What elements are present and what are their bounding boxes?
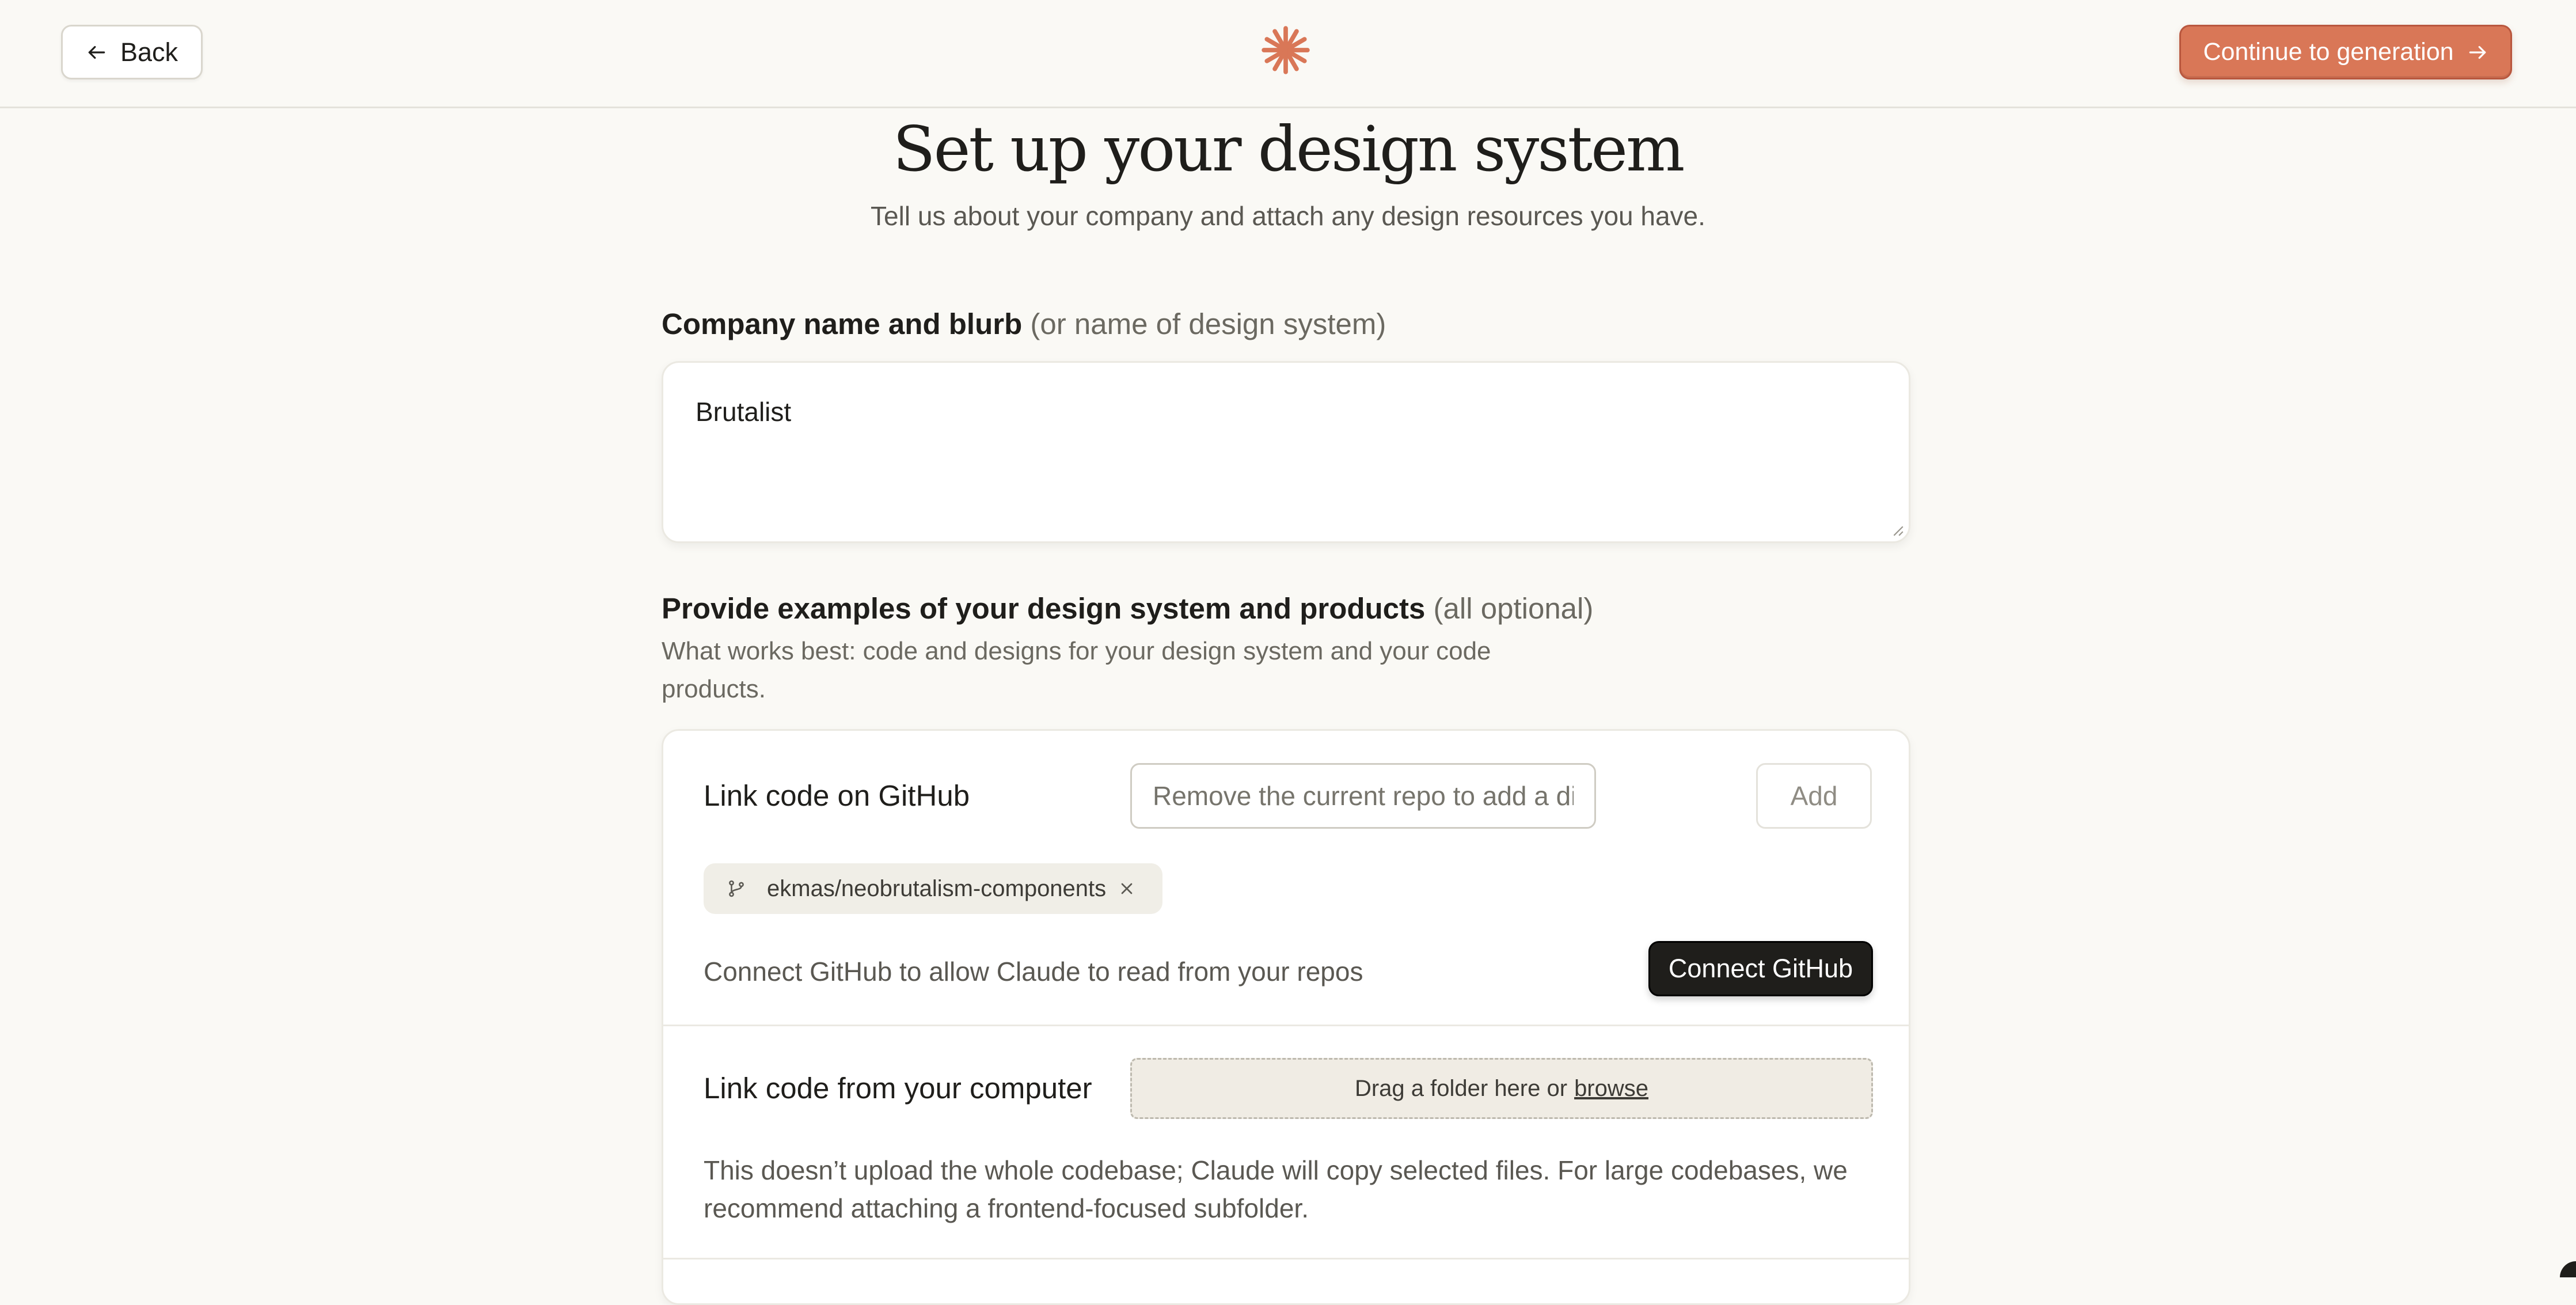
company-label-strong: Company name and blurb (662, 308, 1023, 340)
card-divider (663, 1025, 1909, 1026)
arrow-right-icon (2469, 45, 2486, 59)
company-label-muted: (or name of design system) (1030, 308, 1386, 340)
examples-helper-text: What works best: code and designs for yo… (662, 637, 1491, 703)
folder-dropzone[interactable]: Drag a folder here or browse (1130, 1058, 1873, 1119)
top-bar: Back Continue to generation (0, 0, 2576, 108)
resize-handle-icon[interactable] (1891, 524, 1904, 537)
claude-logo-icon (1262, 26, 1310, 74)
repo-chip: ekmas/neobrutalism-components (704, 863, 1162, 914)
connect-github-text: Connect GitHub to allow Claude to read f… (704, 957, 1363, 987)
repo-chip-name: ekmas/neobrutalism-components (767, 875, 1107, 901)
examples-label-muted: (all optional) (1433, 592, 1594, 625)
company-section-label: Company name and blurb (or name of desig… (662, 305, 1386, 343)
company-blurb-value: Brutalist (696, 397, 792, 427)
connect-github-button[interactable]: Connect GitHub (1648, 941, 1873, 996)
page-subtitle: Tell us about your company and attach an… (871, 201, 1705, 231)
corner-indicator (2560, 1261, 2576, 1277)
github-repo-input[interactable] (1130, 763, 1596, 829)
add-repo-button[interactable]: Add (1756, 763, 1872, 829)
code-sources-card: Link code on GitHub Add ekmas/neobrutali… (662, 729, 1910, 1305)
continue-to-generation-button[interactable]: Continue to generation (2179, 25, 2512, 79)
card-divider (663, 1258, 1909, 1260)
arrow-left-icon (88, 45, 105, 59)
browse-link[interactable]: browse (1574, 1076, 1648, 1102)
continue-button-label: Continue to generation (2203, 38, 2454, 66)
github-row-title: Link code on GitHub (704, 779, 970, 812)
local-row-title: Link code from your computer (704, 1072, 1092, 1105)
git-branch-icon (729, 880, 744, 897)
examples-label-strong: Provide examples of your design system a… (662, 592, 1426, 625)
back-button[interactable]: Back (61, 25, 203, 79)
dropzone-text: Drag a folder here or (1354, 1075, 1568, 1101)
local-code-note: This doesn’t upload the whole codebase; … (704, 1155, 1848, 1223)
company-blurb-textarea[interactable]: Brutalist (662, 361, 1910, 543)
page-title: Set up your design system (892, 113, 1685, 185)
examples-section-label: Provide examples of your design system a… (662, 590, 1593, 628)
remove-repo-icon[interactable] (1118, 879, 1136, 898)
back-button-label: Back (120, 37, 178, 67)
